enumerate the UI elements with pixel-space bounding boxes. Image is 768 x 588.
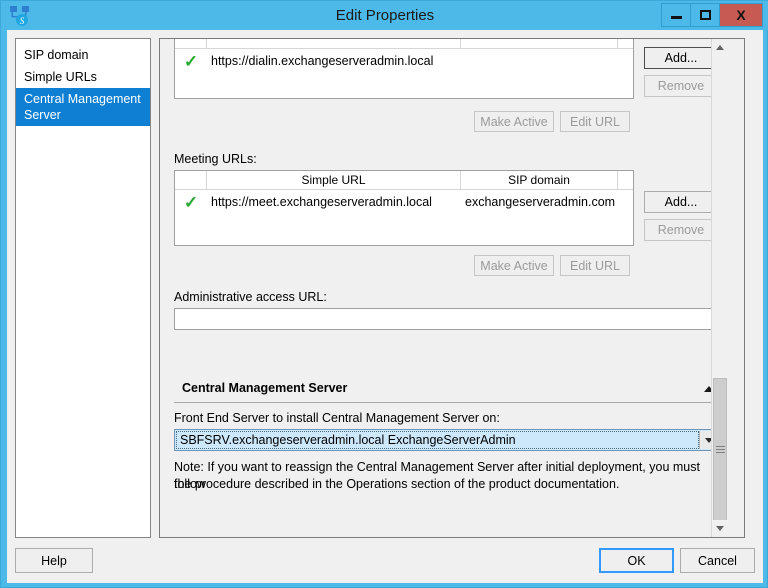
properties-content-panel: ✓ https://dialin.exchangeserveradmin.loc…: [159, 38, 745, 538]
scroll-grip-icon: [715, 446, 725, 453]
title-bar[interactable]: S Edit Properties X: [1, 1, 768, 30]
dialin-col-spacer[interactable]: [618, 39, 633, 48]
settings-nav-list[interactable]: SIP domain Simple URLs Central Managemen…: [15, 38, 151, 538]
cms-front-end-server-value: SBFSRV.exchangeserveradmin.local Exchang…: [176, 431, 699, 449]
meeting-col-status[interactable]: [175, 171, 207, 189]
scroll-thumb[interactable]: [713, 378, 727, 521]
admin-access-url-label: Administrative access URL:: [174, 290, 327, 304]
meeting-urls-label: Meeting URLs:: [174, 152, 257, 166]
dialin-col-simple-url[interactable]: [207, 39, 461, 48]
dialin-cell-sip-domain: [461, 49, 618, 73]
cms-front-end-server-label: Front End Server to install Central Mana…: [174, 411, 500, 425]
dialin-edit-url-button[interactable]: Edit URL: [560, 111, 630, 132]
dialin-col-status[interactable]: [175, 39, 207, 48]
meeting-edit-url-button[interactable]: Edit URL: [560, 255, 630, 276]
scroll-down-icon: [716, 526, 724, 531]
meeting-col-spacer[interactable]: [618, 171, 633, 189]
sidebar-item-central-management-server[interactable]: Central Management Server: [16, 88, 150, 126]
dialin-grid-header: [175, 39, 633, 49]
sidebar-item-sip-domain[interactable]: SIP domain: [16, 44, 150, 66]
meeting-col-sip-domain[interactable]: SIP domain: [461, 171, 618, 189]
minimize-button[interactable]: [661, 3, 691, 27]
dialog-client-area: SIP domain Simple URLs Central Managemen…: [7, 30, 763, 583]
sidebar-item-label: SIP domain: [24, 48, 89, 62]
active-check-icon: ✓: [183, 192, 199, 212]
page-title: Edit Properties: [335, 7, 435, 24]
help-button[interactable]: Help: [15, 548, 93, 573]
meeting-add-button[interactable]: Add...: [644, 191, 718, 213]
window-controls: X: [661, 3, 763, 27]
maximize-icon: [699, 10, 711, 20]
sidebar-item-label: Simple URLs: [24, 70, 97, 84]
dialin-cell-simple-url: https://dialin.exchangeserveradmin.local: [211, 54, 434, 68]
sidebar-item-simple-urls[interactable]: Simple URLs: [16, 66, 150, 88]
scroll-up-icon: [716, 45, 724, 50]
cms-section-title: Central Management Server: [182, 381, 348, 395]
dialin-col-sip-domain[interactable]: [461, 39, 618, 48]
meeting-cell-simple-url: https://meet.exchangeserveradmin.local: [211, 195, 432, 209]
meeting-make-active-button[interactable]: Make Active: [474, 255, 554, 276]
dialin-cell-status: ✓: [175, 49, 207, 73]
close-button[interactable]: X: [719, 3, 763, 27]
meeting-cell-status: ✓: [175, 190, 207, 214]
dialin-make-active-button[interactable]: Make Active: [474, 111, 554, 132]
cancel-button[interactable]: Cancel: [680, 548, 755, 573]
table-row[interactable]: ✓ https://meet.exchangeserveradmin.local…: [175, 190, 633, 214]
cms-note-line-2: the procedure described in the Operation…: [174, 477, 620, 491]
edit-properties-window: S Edit Properties X SIP domain Simple UR…: [0, 0, 768, 588]
properties-content-inner: ✓ https://dialin.exchangeserveradmin.loc…: [160, 39, 728, 537]
content-vertical-scrollbar[interactable]: [711, 39, 728, 537]
scroll-up-button[interactable]: [712, 39, 728, 56]
admin-access-url-input[interactable]: [174, 308, 720, 330]
sidebar-item-label: Central Management Server: [24, 92, 141, 122]
table-row[interactable]: ✓ https://dialin.exchangeserveradmin.loc…: [175, 49, 633, 73]
cms-section-header[interactable]: Central Management Server: [174, 380, 720, 403]
meeting-urls-grid[interactable]: Simple URL SIP domain ✓ https://meet.exc…: [174, 170, 634, 246]
cms-front-end-server-select[interactable]: SBFSRV.exchangeserveradmin.local Exchang…: [174, 429, 720, 451]
dialin-urls-grid[interactable]: ✓ https://dialin.exchangeserveradmin.loc…: [174, 39, 634, 99]
meeting-remove-button[interactable]: Remove: [644, 219, 718, 241]
scroll-down-button[interactable]: [712, 520, 728, 537]
meeting-cell-sip-domain: exchangeserveradmin.com: [465, 195, 616, 209]
dialin-add-button[interactable]: Add...: [644, 47, 718, 69]
minimize-icon: [670, 16, 682, 19]
dialin-remove-button[interactable]: Remove: [644, 75, 718, 97]
meeting-col-simple-url[interactable]: Simple URL: [207, 171, 461, 189]
meeting-grid-header: Simple URL SIP domain: [175, 171, 633, 190]
maximize-button[interactable]: [690, 3, 720, 27]
active-check-icon: ✓: [183, 51, 199, 71]
ok-button[interactable]: OK: [599, 548, 674, 573]
